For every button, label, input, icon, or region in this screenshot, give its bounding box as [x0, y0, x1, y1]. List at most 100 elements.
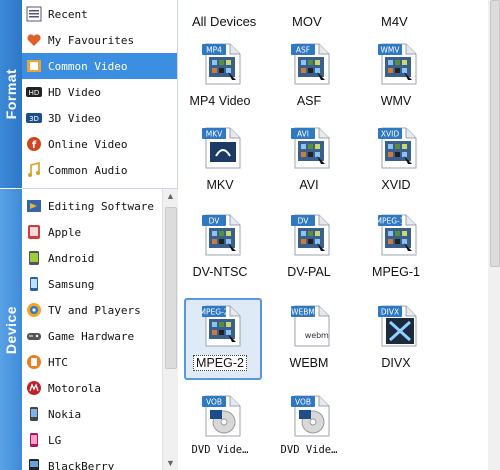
tv-icon	[26, 302, 42, 318]
header-m4v[interactable]: M4V	[381, 14, 408, 29]
device-item-tv-and-players[interactable]: TV and Players	[22, 297, 162, 323]
format-category-list: Recent My Favourites Common Video HD HD Vide…	[22, 0, 177, 189]
format-tile-asf[interactable]: ASF ASF	[269, 36, 349, 118]
svg-text:XVID: XVID	[381, 130, 399, 139]
format-tile-label-text: XVID	[381, 178, 411, 192]
device-item-htc[interactable]: HTC	[22, 349, 162, 375]
video-file-icon: DV	[202, 213, 242, 257]
format-item-label: My Favourites	[48, 33, 135, 47]
device-tab[interactable]: Device	[0, 189, 22, 470]
format-tile-wmv[interactable]: WMV WMV	[356, 36, 436, 118]
svg-text:WMV: WMV	[380, 46, 400, 55]
format-tile-mkv[interactable]: MKV MKV	[180, 120, 260, 202]
format-item-label: Recent	[48, 7, 88, 21]
format-tile-label: DV-PAL	[269, 265, 349, 279]
svg-text:DV: DV	[298, 217, 310, 226]
format-item-3d-video[interactable]: 3D 3D Video	[22, 105, 177, 131]
device-list-scrollbar[interactable]: ▲ ▼	[162, 189, 178, 470]
format-tile-label: DVD Vide…	[180, 444, 260, 456]
device-item-label: Motorola	[48, 381, 101, 395]
video-file-icon: web m WEBM	[291, 304, 331, 348]
format-item-label: Common Audio	[48, 163, 128, 177]
format-tile-label: DV-NTSC	[180, 265, 260, 279]
video-file-icon: MPEG-2	[199, 304, 242, 348]
scrollbar-thumb[interactable]	[165, 207, 177, 369]
grid-scrollbar[interactable]	[488, 0, 500, 470]
format-tile-label-text: WMV	[380, 94, 412, 108]
format-tile-label: ASF	[269, 94, 349, 108]
video-file-icon: VOB	[202, 394, 242, 438]
format-tile-label: WEBM	[269, 356, 349, 370]
format-item-label: Common Video	[48, 59, 128, 73]
format-tile-dv-pal[interactable]: DV DV-PAL	[269, 207, 349, 289]
format-item-common-video[interactable]: Common Video	[22, 53, 177, 79]
format-tile-label-text: DVD Vide…	[191, 444, 249, 456]
header-all-devices[interactable]: All Devices	[192, 14, 256, 29]
device-item-android[interactable]: Android	[22, 245, 162, 271]
svg-text:MPEG-2: MPEG-2	[202, 308, 229, 317]
device-item-lg[interactable]: LG	[22, 427, 162, 453]
format-tile-mp4-video[interactable]: MP4 MP4 Video	[180, 36, 260, 118]
format-tab[interactable]: Format	[0, 0, 22, 188]
video-file-icon: MP4	[202, 42, 242, 86]
device-tab-label: Device	[3, 305, 19, 354]
format-tile-dvd-vide-[interactable]: VOB DVD Vide…	[269, 388, 349, 470]
format-item-online-video[interactable]: f Online Video	[22, 131, 177, 157]
svg-text:WEBM: WEBM	[291, 308, 315, 317]
format-item-hd-video[interactable]: HD HD Video	[22, 79, 177, 105]
3d-icon: 3D	[26, 110, 42, 126]
video-file-icon: MKV	[202, 126, 242, 170]
scroll-down-icon[interactable]: ▼	[166, 458, 175, 468]
format-item-common-audio[interactable]: Common Audio	[22, 157, 177, 183]
device-item-apple[interactable]: Apple	[22, 219, 162, 245]
device-item-label: BlackBerry	[48, 459, 115, 470]
device-item-samsung[interactable]: Samsung	[22, 271, 162, 297]
format-tile-label: AVI	[269, 178, 349, 192]
device-item-blackberry[interactable]: BlackBerry	[22, 453, 162, 470]
device-item-nokia[interactable]: Nokia	[22, 401, 162, 427]
format-tile-label-text: MP4 Video	[189, 94, 251, 108]
format-item-my-favourites[interactable]: My Favourites	[22, 27, 177, 53]
motorola-icon	[26, 380, 42, 396]
recent-icon	[26, 6, 42, 22]
format-tile-dvd-vide-[interactable]: VOB DVD Vide…	[180, 388, 260, 470]
device-item-label: Samsung	[48, 277, 95, 291]
category-sidebar: Recent My Favourites Common Video HD HD Vide…	[22, 0, 178, 470]
format-tile-mpeg-2[interactable]: MPEG-2 MPEG-2	[180, 298, 262, 380]
scroll-up-icon[interactable]: ▲	[166, 191, 175, 201]
format-item-label: Online Video	[48, 137, 128, 151]
format-tile-xvid[interactable]: XVID XVID	[356, 120, 436, 202]
format-tile-divx[interactable]: DIVX DIVX	[356, 298, 436, 380]
svg-text:ASF: ASF	[296, 46, 310, 55]
device-item-label: LG	[48, 433, 62, 447]
video-file-icon: DV	[291, 213, 331, 257]
device-item-game-hardware[interactable]: Game Hardware	[22, 323, 162, 349]
format-tile-label-text: MPEG-1	[372, 265, 420, 279]
header-mov[interactable]: MOV	[292, 14, 322, 29]
gamepad-icon	[26, 328, 42, 344]
format-tile-webm[interactable]: web m WEBM WEBM	[269, 298, 349, 380]
format-tile-label-text: MKV	[206, 178, 234, 192]
device-item-label: Apple	[48, 225, 82, 239]
device-item-label: Nokia	[48, 407, 82, 421]
device-item-motorola[interactable]: Motorola	[22, 375, 162, 401]
nokia-icon	[26, 406, 42, 422]
format-tile-label-text: DV-NTSC	[192, 265, 248, 279]
format-tile-avi[interactable]: AVI AVI	[269, 120, 349, 202]
format-item-recent[interactable]: Recent	[22, 1, 177, 27]
format-tile-label: DVD Vide…	[269, 444, 349, 456]
format-tile-label-text: AVI	[299, 178, 319, 192]
flash-icon: f	[26, 136, 42, 152]
format-tile-mpeg-1[interactable]: MPEG-1 MPEG-1	[356, 207, 436, 289]
htc-icon	[26, 354, 42, 370]
format-tile-dv-ntsc[interactable]: DV DV-NTSC	[180, 207, 260, 289]
video-file-icon: AVI	[291, 126, 331, 170]
grid-scrollbar-thumb[interactable]	[490, 0, 500, 267]
svg-text:MPEG-1: MPEG-1	[378, 217, 405, 226]
format-tile-label: MP4 Video	[180, 94, 260, 108]
music-note-icon	[26, 161, 42, 178]
video-file-icon: MPEG-1	[375, 213, 418, 257]
device-item-editing-software[interactable]: Editing Software	[22, 193, 162, 219]
film-icon	[26, 58, 42, 74]
svg-text:VOB: VOB	[206, 398, 222, 407]
